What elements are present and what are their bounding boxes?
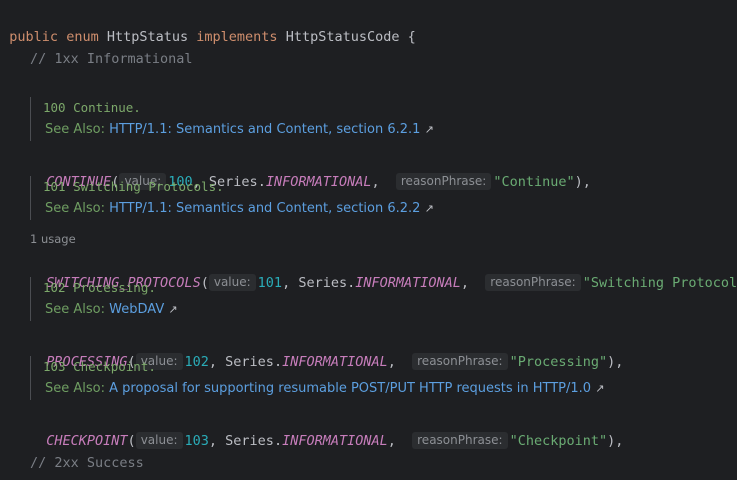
external-link-icon: ↗ xyxy=(595,382,605,395)
see-also-label: See Also: xyxy=(45,201,105,216)
param-hint-reason: reasonPhrase: xyxy=(485,274,581,291)
see-also-link[interactable]: HTTP/1.1: Semantics and Content, section… xyxy=(109,201,420,216)
external-link-icon: ↗ xyxy=(424,123,434,136)
series-prefix: Series. xyxy=(298,275,356,291)
interface-name[interactable]: HttpStatusCode xyxy=(286,29,400,45)
line-end: ), xyxy=(607,354,624,370)
see-also-link[interactable]: A proposal for supporting resumable POST… xyxy=(109,381,591,396)
keyword-implements: implements xyxy=(196,29,278,45)
external-link-icon: ↗ xyxy=(168,303,178,316)
doc-block-checkpoint: 103 Checkpoint. See Also: A proposal for… xyxy=(30,356,604,400)
enum-name[interactable]: HttpStatus xyxy=(107,29,188,45)
reason-phrase: "Switching Protocols" xyxy=(582,275,737,291)
comment-informational: // 1xx Informational xyxy=(30,51,193,67)
doc-description: 101 Switching Protocols. xyxy=(43,179,224,194)
enum-constant-checkpoint[interactable]: CHECKPOINT(value: 103, Series.INFORMATION… xyxy=(30,408,623,449)
series-prefix: Series. xyxy=(225,433,283,449)
status-value: 101 xyxy=(257,275,283,291)
see-also-row: See Also: WebDAV ↗ xyxy=(45,299,178,321)
reason-phrase: "Continue" xyxy=(493,174,575,190)
see-also-label: See Also: xyxy=(45,302,105,317)
see-also-row: See Also: A proposal for supporting resu… xyxy=(45,378,604,400)
keyword-public: public xyxy=(9,29,59,45)
doc-description: 100 Continue. xyxy=(43,100,141,115)
see-also-link[interactable]: WebDAV xyxy=(109,302,164,317)
comment-success: // 2xx Success xyxy=(30,455,144,471)
doc-block-processing: 102 Processing. See Also: WebDAV ↗ xyxy=(30,277,178,321)
param-hint-value: value: xyxy=(135,432,183,449)
enum-constant-switching-protocols[interactable]: SWITCHING_PROTOCOLS(value: 101, Series.IN… xyxy=(30,250,737,291)
usage-count[interactable]: 1 usage xyxy=(30,232,76,246)
see-also-label: See Also: xyxy=(45,122,105,137)
enum-constant-processing[interactable]: PROCESSING(value: 102, Series.INFORMATION… xyxy=(30,329,623,370)
doc-description: 102 Processing. xyxy=(43,280,156,295)
doc-description: 103 Checkpoint. xyxy=(43,359,156,374)
see-also-row: See Also: HTTP/1.1: Semantics and Conten… xyxy=(45,119,434,141)
constant-name[interactable]: CHECKPOINT xyxy=(46,433,127,449)
enum-constant-continue[interactable]: CONTINUE(value: 100, Series.INFORMATIONAL… xyxy=(30,149,591,190)
param-hint-value: value: xyxy=(208,274,256,291)
keyword-enum: enum xyxy=(66,29,99,45)
enum-declaration[interactable]: public enum HttpStatus implements HttpSt… xyxy=(0,4,416,45)
see-also-row: See Also: HTTP/1.1: Semantics and Conten… xyxy=(45,198,434,220)
doc-block-continue: 100 Continue. See Also: HTTP/1.1: Semant… xyxy=(30,97,434,141)
external-link-icon: ↗ xyxy=(424,202,434,215)
see-also-label: See Also: xyxy=(45,381,105,396)
doc-block-switching-protocols: 101 Switching Protocols. See Also: HTTP/… xyxy=(30,176,434,220)
series-constant[interactable]: INFORMATIONAL xyxy=(282,433,388,449)
status-value: 103 xyxy=(184,433,209,449)
param-hint-reason: reasonPhrase: xyxy=(412,432,508,449)
series-constant[interactable]: INFORMATIONAL xyxy=(355,275,461,291)
open-brace: { xyxy=(407,29,416,45)
see-also-link[interactable]: HTTP/1.1: Semantics and Content, section… xyxy=(109,122,420,137)
line-end: ), xyxy=(574,174,591,190)
line-end: ), xyxy=(607,433,624,449)
reason-phrase: "Checkpoint" xyxy=(509,433,608,449)
